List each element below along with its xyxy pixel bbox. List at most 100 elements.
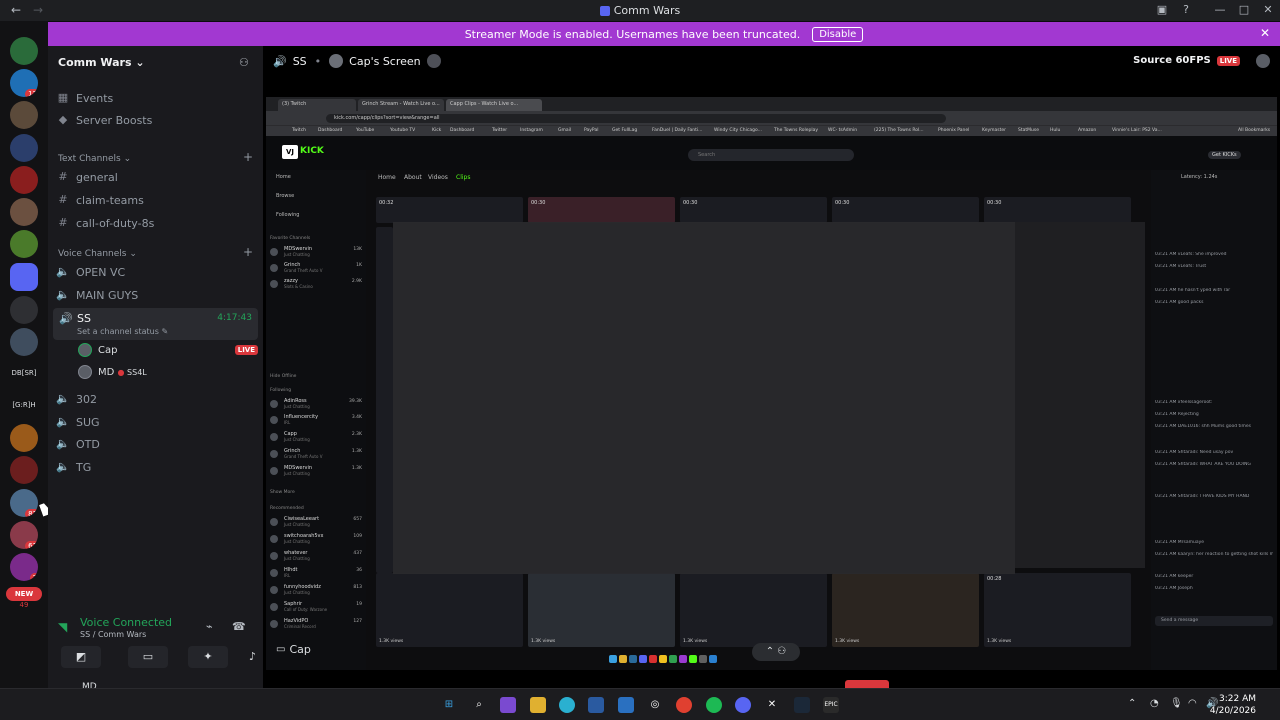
minimize-icon[interactable]: — [1212,2,1228,18]
server-icon[interactable] [10,101,38,129]
set-channel-status[interactable]: Set a channel status ✎ [77,327,168,336]
kick-channel-item[interactable]: Hlhdt IRL 36 [270,567,362,581]
epic-games-icon[interactable]: EPIC [823,697,839,713]
server-icon[interactable] [10,230,38,258]
back-arrow-icon[interactable]: ← [8,2,24,18]
bookmark[interactable]: Windy City Chicago... [714,128,762,133]
bookmark[interactable]: StatMuse [1018,128,1039,133]
server-icon[interactable] [10,328,38,356]
app-icon[interactable]: ◎ [647,697,663,713]
kick-channel-item[interactable]: CiwiseaLeeart Just Chatting 657 [270,516,362,530]
kick-tab-clips[interactable]: Clips [456,174,470,181]
kick-channel-item[interactable]: funnyhoodvidz Just Chatting 813 [270,584,362,598]
voice-user-md[interactable]: MD ● SS4L [78,363,258,381]
server-icon[interactable] [10,37,38,65]
voice-channel-sug[interactable]: 🔈 SUG [56,412,256,432]
bookmark[interactable]: Kick [432,128,441,133]
kick-channel-item[interactable]: MDSwervin Just Chatting 13K [270,246,362,260]
clip-tile[interactable]: 1.3K views [832,573,979,647]
network-icon[interactable]: ◔ [1150,698,1159,709]
kick-channel-item[interactable]: Saphrir Call of Duty: Warzone 19 [270,601,362,615]
kick-search-input[interactable]: Search [688,149,854,161]
bookmark[interactable]: All Bookmarks [1238,128,1270,133]
store-icon[interactable] [588,697,604,713]
channel-claim-teams[interactable]: # claim-teams [56,190,256,210]
disable-streamer-mode-button[interactable]: Disable [812,26,864,42]
bookmark[interactable]: Twitch [292,128,306,133]
bookmark[interactable]: WC- tsAdmin [828,128,857,133]
voice-channel-otd[interactable]: 🔈 OTD [56,434,256,454]
kick-tab-about[interactable]: About [404,174,422,181]
category-voice-channels[interactable]: Voice Channels ⌄ [58,249,137,259]
server-icon[interactable] [10,198,38,226]
signal-icon[interactable]: ◥ [58,620,67,634]
kick-channel-item[interactable]: Influencercity IRL 3.4K [270,414,362,428]
browser-tab[interactable]: (3) Twitch [278,99,356,111]
bookmark[interactable]: (225) The Towns Rol... [874,128,924,133]
more-options-icon[interactable] [1256,54,1270,68]
chat-input[interactable]: Send a message [1155,616,1273,626]
outlook-icon[interactable] [618,697,634,713]
server-icon[interactable] [10,456,38,484]
clip-tile[interactable]: 00:30 [680,197,827,223]
server-icon[interactable]: 12 [10,69,38,97]
shared-screen[interactable]: (3) Twitch Grinch Stream - Watch Live o.… [266,97,1277,670]
kick-nav-home[interactable]: Home [276,174,291,180]
kick-channel-item[interactable]: Grinch Grand Theft Auto V 1.3K [270,448,362,462]
server-icon[interactable]: 81 [10,489,38,517]
show-more-link[interactable]: Show More [270,490,295,495]
discord-icon[interactable] [735,697,751,713]
edge-icon[interactable] [559,697,575,713]
server-icon[interactable] [10,296,38,324]
file-explorer-icon[interactable] [530,697,546,713]
steam-icon[interactable] [794,697,810,713]
kick-channel-item[interactable]: switchoarah5vx Just Chatting 109 [270,533,362,547]
bookmark[interactable]: Dashboard [318,128,342,133]
kick-tab-videos[interactable]: Videos [428,174,448,181]
clip-tile[interactable]: 00:32 [376,197,523,223]
add-channel-icon[interactable]: + [243,150,253,164]
spotify-icon[interactable] [706,697,722,713]
voice-channel-main-guys[interactable]: 🔈 MAIN GUYS [56,285,256,305]
channel-call-of-duty-8s[interactable]: # call-of-duty-8s [56,213,256,233]
sidebar-item-server-boosts[interactable]: ◆ Server Boosts [56,110,256,130]
voice-channel-open-vc[interactable]: 🔈 OPEN VC [56,262,256,282]
bookmark[interactable]: Vinnie's Lair: PS2 Va... [1112,128,1162,133]
server-name[interactable]: Comm Wars ⌄ [58,56,145,69]
start-icon[interactable]: ⊞ [441,697,457,713]
server-folder-icon[interactable] [10,263,38,291]
server-icon[interactable] [10,134,38,162]
disconnect-icon[interactable]: ☎ [232,620,246,633]
voice-channel-tg[interactable]: 🔈 TG [56,457,256,477]
bookmark[interactable]: Twitter [492,128,507,133]
voice-connected-subtitle[interactable]: SS / Comm Wars [80,630,146,639]
bookmark[interactable]: Amazon [1078,128,1096,133]
channel-general[interactable]: # general [56,167,256,187]
clip-tile[interactable]: 1.3K views 00:28 [984,573,1131,647]
voice-user-cap[interactable]: Cap LIVE [78,341,258,359]
url-bar[interactable]: kick.com/capp/clips?sort=view&range=all [326,114,946,123]
forward-arrow-icon[interactable]: → [30,2,46,18]
inbox-icon[interactable]: ▣ [1154,2,1170,18]
kick-channel-item[interactable]: Capp Just Chatting 2.3K [270,431,362,445]
voice-channel-ss-active[interactable]: 🔊 SS 4:17:43 Set a channel status ✎ [53,308,258,340]
system-clock[interactable]: 3:22 AM 4/20/2026 [1210,693,1256,717]
kick-channel-item[interactable]: HazVidPO Criminal Record 127 [270,618,362,632]
sidebar-item-events[interactable]: ▦ Events [56,88,256,108]
bookmark[interactable]: Get FullLag [612,128,637,133]
noise-suppression-icon[interactable]: ⌁ [206,620,213,633]
kick-logo[interactable]: KICK [300,146,324,156]
app-icon[interactable]: ✕ [764,697,780,713]
server-icon[interactable]: 61 [10,521,38,549]
bookmark[interactable]: PayPal [584,128,598,133]
activities-button[interactable]: ✦ [188,646,228,668]
hide-offline-toggle[interactable]: Hide Offline [270,374,296,379]
kick-nav-browse[interactable]: Browse [276,193,294,199]
add-channel-icon[interactable]: + [243,245,253,259]
kick-channel-item[interactable]: Grinch Grand Theft Auto V 1K [270,262,362,276]
camera-off-button[interactable]: ◩ [61,646,101,668]
bookmark[interactable]: The Towns Roleplay [774,128,818,133]
bookmark[interactable]: Instagram [520,128,543,133]
wifi-icon[interactable]: ◠ [1188,698,1197,709]
share-screen-button[interactable]: ▭ [128,646,168,668]
